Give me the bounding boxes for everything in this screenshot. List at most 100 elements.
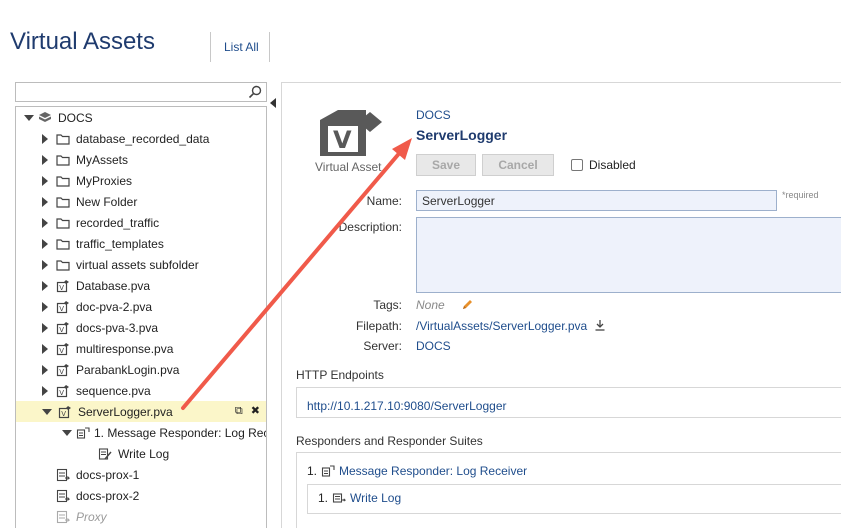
virtual-asset-logo-icon: V (320, 110, 382, 156)
responder-link[interactable]: Message Responder: Log Receiver (339, 464, 527, 478)
svg-text:V: V (59, 389, 64, 397)
tree-item-label: Write Log (118, 446, 170, 461)
disabled-label: Disabled (589, 158, 636, 172)
tree-item-docs[interactable]: DOCS (16, 107, 266, 128)
folder-icon (56, 238, 70, 250)
copy-icon[interactable]: ⧉ (235, 405, 243, 417)
disabled-option: Disabled (571, 158, 636, 172)
collapse-toggle-icon[interactable] (24, 114, 34, 121)
tree-item-folder[interactable]: database_recorded_data (16, 128, 266, 149)
folder-icon (56, 259, 70, 271)
svg-text:V: V (333, 126, 352, 154)
server-label: Server: (363, 339, 402, 353)
list-all-link[interactable]: List All (224, 40, 259, 54)
expand-toggle-icon[interactable] (42, 154, 48, 165)
download-icon[interactable] (594, 319, 606, 331)
collapse-toggle-icon[interactable] (42, 408, 52, 415)
tree-item-folder[interactable]: traffic_templates (16, 233, 266, 254)
save-button[interactable]: Save (416, 154, 476, 176)
name-label: Name: (366, 194, 402, 208)
svg-text:V: V (59, 368, 64, 376)
tree-item-label: Database.pva (76, 278, 151, 293)
virtual-asset-icon: V (56, 300, 69, 313)
message-responder-icon (76, 426, 90, 439)
action-number: 1. (318, 491, 329, 505)
tree-item-label: ParabankLogin.pva (76, 362, 180, 377)
expand-toggle-icon[interactable] (42, 133, 48, 144)
expand-toggle-icon[interactable] (42, 280, 48, 291)
folder-icon (56, 175, 70, 187)
edit-pencil-icon[interactable] (461, 299, 473, 311)
tree-item-virtual-asset[interactable]: V multiresponse.pva (16, 338, 266, 359)
tree-item-virtual-asset[interactable]: V docs-pva-3.pva (16, 317, 266, 338)
description-label: Description: (338, 220, 402, 234)
action-item: 1. Write Log (318, 491, 401, 505)
virtual-asset-icon: V (56, 321, 69, 334)
svg-text:V: V (59, 305, 64, 313)
server-link[interactable]: DOCS (416, 339, 451, 353)
tree-item-label: doc-pva-2.pva (76, 299, 153, 314)
tree-item-label: ServerLogger.pva (78, 404, 173, 419)
expand-toggle-icon[interactable] (42, 217, 48, 228)
tree-item-virtual-asset[interactable]: V doc-pva-2.pva (16, 296, 266, 317)
close-icon[interactable]: ✖ (251, 405, 260, 417)
tree-item-virtual-asset[interactable]: V sequence.pva (16, 380, 266, 401)
tags-label: Tags: (373, 298, 402, 312)
search-icon[interactable] (248, 85, 262, 99)
tree-item-virtual-asset[interactable]: V Database.pva (16, 275, 266, 296)
responder-item: 1. Message Responder: Log Receiver (307, 464, 527, 478)
tree-item-folder[interactable]: virtual assets subfolder (16, 254, 266, 275)
tree-item-proxy[interactable]: docs-prox-2 (16, 485, 266, 506)
svg-text:V: V (59, 284, 64, 292)
svg-text:V: V (59, 347, 64, 355)
tree-item-serverlogger[interactable]: V ServerLogger.pva ⧉ ✖ (16, 401, 266, 422)
tree-item-label: docs-prox-2 (76, 488, 140, 503)
expand-toggle-icon[interactable] (42, 238, 48, 249)
name-field[interactable] (416, 190, 777, 211)
tree-item-folder[interactable]: MyProxies (16, 170, 266, 191)
tree-item-label: MyProxies (76, 173, 133, 188)
expand-toggle-icon[interactable] (42, 322, 48, 333)
filepath-link[interactable]: /VirtualAssets/ServerLogger.pva (416, 319, 587, 333)
expand-toggle-icon[interactable] (42, 364, 48, 375)
folder-icon (56, 217, 70, 229)
http-endpoints-heading: HTTP Endpoints (296, 368, 384, 382)
filepath-label: Filepath: (355, 319, 402, 333)
expand-toggle-icon[interactable] (42, 196, 48, 207)
row-tools: ⧉ ✖ (235, 405, 260, 417)
responder-children-box: 1. Write Log (307, 484, 841, 514)
action-link[interactable]: Write Log (350, 491, 401, 505)
folder-icon (56, 154, 70, 166)
tree-item-label: 1. Message Responder: Log Receiver (94, 425, 266, 440)
server-icon (39, 111, 51, 122)
disabled-checkbox[interactable] (571, 159, 583, 171)
tree-item-proxy[interactable]: docs-prox-1 (16, 464, 266, 485)
virtual-asset-icon: V (56, 384, 69, 397)
required-note: *required (782, 190, 819, 200)
tree-item-folder[interactable]: New Folder (16, 191, 266, 212)
responder-number: 1. (307, 464, 318, 478)
endpoint-url-link[interactable]: http://10.1.217.10:9080/ServerLogger (307, 399, 506, 413)
collapse-panel-icon[interactable] (270, 98, 276, 108)
tree-item-responder[interactable]: 1. Message Responder: Log Receiver (16, 422, 266, 443)
tree-search-input[interactable] (16, 83, 242, 101)
tree-item-folder[interactable]: recorded_traffic (16, 212, 266, 233)
tree-item-proxy-disabled[interactable]: Proxy (16, 506, 266, 527)
cancel-button[interactable]: Cancel (482, 154, 554, 176)
expand-toggle-icon[interactable] (42, 175, 48, 186)
tree-item-virtual-asset[interactable]: V ParabankLogin.pva (16, 359, 266, 380)
expand-toggle-icon[interactable] (42, 343, 48, 354)
expand-toggle-icon[interactable] (42, 259, 48, 270)
tree-item-write-log[interactable]: Write Log (16, 443, 266, 464)
breadcrumb[interactable]: DOCS (416, 108, 451, 122)
expand-toggle-icon[interactable] (42, 385, 48, 396)
tree-item-label: New Folder (76, 194, 138, 209)
expand-toggle-icon[interactable] (42, 301, 48, 312)
folder-icon (56, 133, 70, 145)
virtual-asset-icon: V (56, 342, 69, 355)
http-endpoints-box: http://10.1.217.10:9080/ServerLogger (296, 387, 841, 418)
collapse-toggle-icon[interactable] (62, 429, 72, 436)
description-field[interactable] (416, 217, 841, 293)
proxy-icon (56, 468, 70, 481)
tree-item-folder[interactable]: MyAssets (16, 149, 266, 170)
